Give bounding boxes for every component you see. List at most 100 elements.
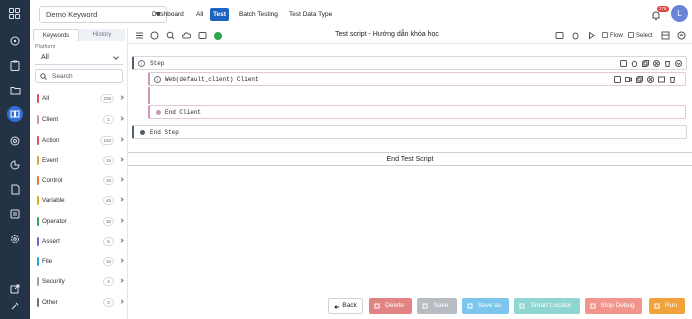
duplicate-icon[interactable] xyxy=(636,76,643,83)
keyword-panel: Keywords History Platform All All 239 Clie… xyxy=(30,28,128,319)
folder-icon[interactable] xyxy=(8,83,22,97)
category-count-badge: 45 xyxy=(102,196,114,205)
compass-icon[interactable] xyxy=(8,34,22,48)
category-color-bar xyxy=(37,196,39,205)
select-checkbox[interactable]: Select xyxy=(628,32,653,40)
delete-button[interactable]: Delete xyxy=(369,298,412,314)
flow-label: Flow xyxy=(610,33,623,39)
avatar[interactable]: L xyxy=(671,5,688,22)
chevron-right-icon xyxy=(119,137,124,142)
stop-debug-icon xyxy=(590,303,596,309)
tab-all[interactable]: All xyxy=(193,8,206,21)
project-dropdown[interactable]: Demo Keyword xyxy=(39,6,167,23)
document-icon[interactable] xyxy=(8,182,22,196)
external-link-icon[interactable] xyxy=(8,282,22,296)
editor-toolbar: Test script - Hướng dẫn khóa học Flow Se… xyxy=(128,28,692,44)
tab-dashboard[interactable]: Dashboard xyxy=(149,8,187,21)
book-icon[interactable] xyxy=(7,106,23,122)
tab-test[interactable]: Test xyxy=(210,8,229,21)
notification-bell-icon[interactable]: 278 xyxy=(650,6,669,21)
category-label: Variable xyxy=(42,197,65,204)
category-file[interactable]: File 16 xyxy=(37,255,124,268)
tab-test-data-type[interactable]: Test Data Type xyxy=(286,8,335,21)
chevron-right-icon xyxy=(119,157,124,162)
category-count-badge: 16 xyxy=(102,257,114,266)
category-other[interactable]: Other 3 xyxy=(37,296,124,309)
category-count-badge: 1 xyxy=(103,115,114,124)
category-count-badge: 15 xyxy=(102,156,114,165)
video-icon[interactable] xyxy=(625,76,632,83)
category-client[interactable]: Client 1 xyxy=(37,113,124,126)
category-label: Client xyxy=(42,116,59,123)
step-block[interactable]: i Step xyxy=(132,56,687,70)
category-all[interactable]: All 239 xyxy=(37,92,124,105)
end-dot-icon xyxy=(156,110,161,115)
image-icon[interactable] xyxy=(658,76,665,83)
category-control[interactable]: Control 15 xyxy=(37,174,124,187)
run-button[interactable]: Run xyxy=(649,298,685,314)
close-circle-icon[interactable] xyxy=(647,76,654,83)
tab-batch-testing[interactable]: Batch Testing xyxy=(236,8,281,21)
clipboard-icon[interactable] xyxy=(8,58,22,72)
file-text-icon[interactable] xyxy=(8,207,22,221)
settings-icon[interactable] xyxy=(8,232,22,246)
search-box xyxy=(35,69,123,83)
save-as-button[interactable]: Save as xyxy=(462,298,509,314)
category-color-bar xyxy=(37,298,39,307)
category-action[interactable]: Action 102 xyxy=(37,134,124,147)
copy-icon[interactable] xyxy=(614,76,621,83)
trash-icon[interactable] xyxy=(664,60,671,67)
category-label: Other xyxy=(42,299,58,306)
bug-icon[interactable] xyxy=(631,60,638,67)
client-block: i Web(default_client) Client End Client xyxy=(148,72,686,120)
save-as-icon xyxy=(467,303,473,309)
smart-locator-icon xyxy=(519,303,525,309)
save-button[interactable]: Save xyxy=(417,298,457,314)
tab-history[interactable]: History xyxy=(79,29,125,41)
category-operator[interactable]: Operator 30 xyxy=(37,215,124,228)
end-step-block[interactable]: End Step xyxy=(132,125,687,139)
chevron-right-icon xyxy=(119,299,124,304)
layout-icon[interactable] xyxy=(661,31,670,40)
run-icon xyxy=(654,303,660,309)
search-input[interactable] xyxy=(52,71,118,82)
end-test-script: End Test Script xyxy=(128,152,692,166)
end-dot-icon xyxy=(140,130,145,135)
collapse-icon[interactable] xyxy=(677,31,686,40)
duplicate-icon[interactable] xyxy=(642,60,649,67)
play-icon[interactable] xyxy=(587,31,596,40)
gauge-icon[interactable] xyxy=(8,134,22,148)
category-count-badge: 3 xyxy=(103,298,114,307)
image-icon[interactable] xyxy=(555,31,564,40)
chevron-right-icon xyxy=(119,278,124,283)
client-body[interactable] xyxy=(148,87,686,104)
tab-keywords[interactable]: Keywords xyxy=(33,29,79,41)
category-event[interactable]: Event 15 xyxy=(37,154,124,167)
project-name: Demo Keyword xyxy=(46,10,98,19)
category-variable[interactable]: Variable 45 xyxy=(37,194,124,207)
grid-logo-icon[interactable] xyxy=(9,8,21,20)
client-row[interactable]: i Web(default_client) Client xyxy=(148,72,686,86)
end-client-row[interactable]: End Client xyxy=(148,105,686,119)
panel-tabs: Keywords History xyxy=(33,29,125,41)
category-color-bar xyxy=(37,94,39,103)
chart-icon[interactable] xyxy=(8,158,22,172)
category-color-bar xyxy=(37,115,39,124)
copy-icon[interactable] xyxy=(620,60,627,67)
category-assert[interactable]: Assert 5 xyxy=(37,235,124,248)
category-label: Control xyxy=(42,177,63,184)
info-icon: i xyxy=(154,76,161,83)
stop-debug-button[interactable]: Stop Debug xyxy=(585,298,642,314)
category-security[interactable]: Security 4 xyxy=(37,275,124,288)
smart-locator-button[interactable]: Smart Locator xyxy=(514,298,580,314)
collapse-icon[interactable] xyxy=(675,60,682,67)
back-button[interactable]: Back xyxy=(328,298,363,314)
flow-checkbox[interactable]: Flow xyxy=(602,32,623,40)
trash-icon[interactable] xyxy=(669,76,676,83)
category-color-bar xyxy=(37,237,39,246)
tools-icon[interactable] xyxy=(8,299,22,313)
platform-dropdown[interactable]: All xyxy=(35,51,123,65)
category-color-bar xyxy=(37,277,39,286)
close-circle-icon[interactable] xyxy=(653,60,660,67)
bug-icon[interactable] xyxy=(571,31,580,40)
